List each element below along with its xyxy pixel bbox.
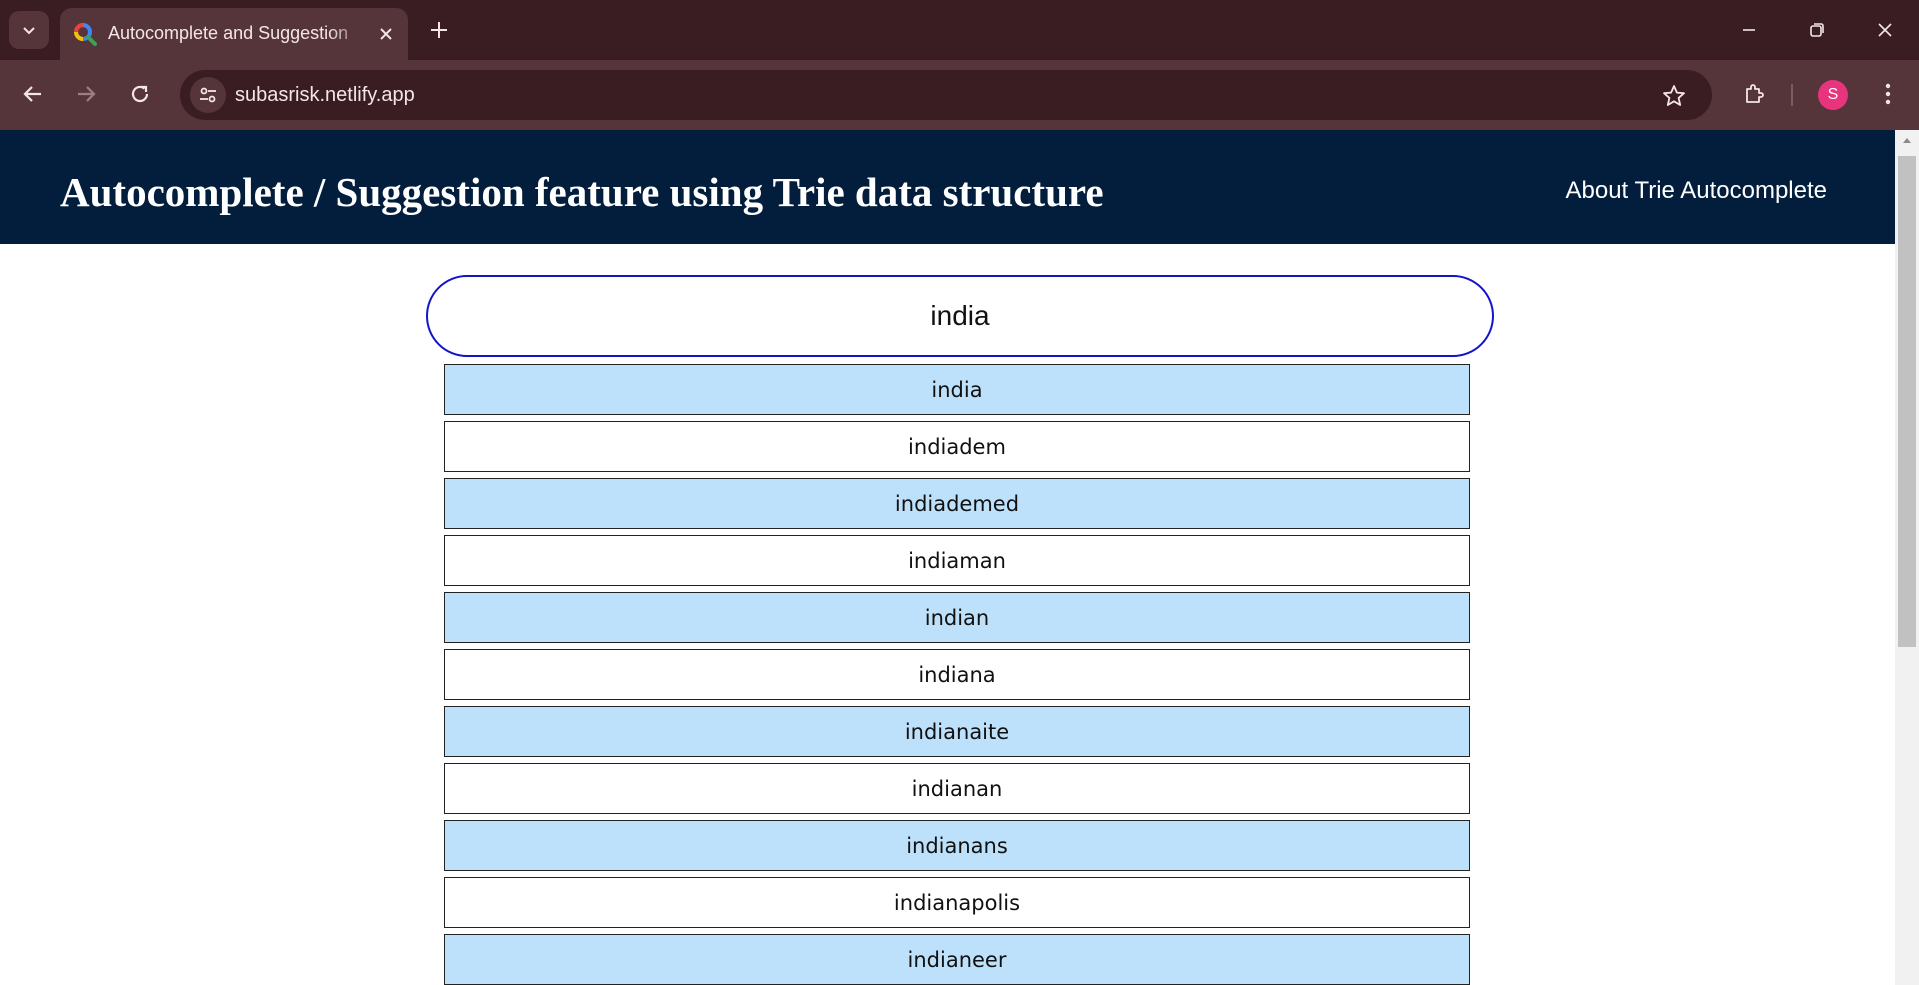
- suggestion-item[interactable]: indianans: [444, 820, 1470, 871]
- suggestion-item[interactable]: indiana: [444, 649, 1470, 700]
- triangle-up-icon: [1903, 138, 1911, 143]
- suggestion-item[interactable]: indian: [444, 592, 1470, 643]
- puzzle-icon: [1746, 84, 1764, 103]
- minimize-button[interactable]: [1726, 10, 1772, 50]
- extensions-button[interactable]: [1736, 76, 1772, 112]
- page-scrollbar[interactable]: [1895, 130, 1919, 985]
- chevron-down-icon: [23, 27, 35, 35]
- scroll-thumb[interactable]: [1898, 156, 1916, 647]
- minimize-icon: [1743, 29, 1755, 31]
- suggestion-item[interactable]: indianan: [444, 763, 1470, 814]
- arrow-left-icon: [23, 86, 41, 102]
- url-text[interactable]: subasrisk.netlify.app: [235, 84, 415, 107]
- star-icon: [1663, 85, 1685, 106]
- page-title: Autocomplete / Suggestion feature using …: [60, 169, 1104, 215]
- new-tab-button[interactable]: [424, 15, 454, 45]
- forward-button[interactable]: [68, 76, 104, 112]
- address-bar[interactable]: subasrisk.netlify.app: [180, 70, 1712, 120]
- restore-button[interactable]: [1794, 10, 1840, 50]
- suggestion-item[interactable]: indiademed: [444, 478, 1470, 529]
- tune-icon: [200, 87, 216, 103]
- browser-tabstrip: Autocomplete and Suggestion: [0, 0, 1919, 60]
- reload-icon: [131, 85, 149, 103]
- suggestion-item[interactable]: indianapolis: [444, 877, 1470, 928]
- reload-button[interactable]: [122, 76, 158, 112]
- suggestion-item[interactable]: indianeer: [444, 934, 1470, 985]
- favicon-icon: [74, 23, 97, 46]
- restore-icon: [1810, 23, 1824, 37]
- scroll-up-button[interactable]: [1895, 130, 1919, 150]
- back-button[interactable]: [15, 76, 51, 112]
- close-window-icon: [1878, 23, 1892, 37]
- suggestion-list: india indiadem indiademed indiaman indian ind…: [444, 364, 1470, 985]
- close-window-button[interactable]: [1862, 10, 1908, 50]
- toolbar-separator: [1791, 84, 1793, 106]
- active-tab[interactable]: Autocomplete and Suggestion: [60, 8, 408, 60]
- about-trie-link[interactable]: About Trie Autocomplete: [1566, 177, 1828, 205]
- profile-avatar[interactable]: S: [1818, 80, 1848, 110]
- bookmark-button[interactable]: [1658, 80, 1690, 112]
- suggestion-item[interactable]: indiadem: [444, 421, 1470, 472]
- suggestion-item[interactable]: indiaman: [444, 535, 1470, 586]
- more-vertical-icon: [1885, 83, 1891, 105]
- page-viewport: Autocomplete / Suggestion feature using …: [0, 130, 1895, 985]
- browser-menu-button[interactable]: [1870, 76, 1906, 112]
- tab-search-button[interactable]: [9, 11, 49, 49]
- tab-title: Autocomplete and Suggestion: [108, 23, 349, 43]
- plus-icon: [431, 22, 447, 38]
- suggestion-item[interactable]: indianaite: [444, 706, 1470, 757]
- site-info-button[interactable]: [190, 77, 226, 113]
- tab-close-button[interactable]: [375, 23, 397, 45]
- site-header: Autocomplete / Suggestion feature using …: [0, 130, 1895, 244]
- search-input[interactable]: [426, 275, 1494, 357]
- close-icon: [380, 28, 392, 40]
- arrow-right-icon: [78, 86, 96, 102]
- browser-toolbar: subasrisk.netlify.app S: [0, 60, 1919, 130]
- suggestion-item[interactable]: india: [444, 364, 1470, 415]
